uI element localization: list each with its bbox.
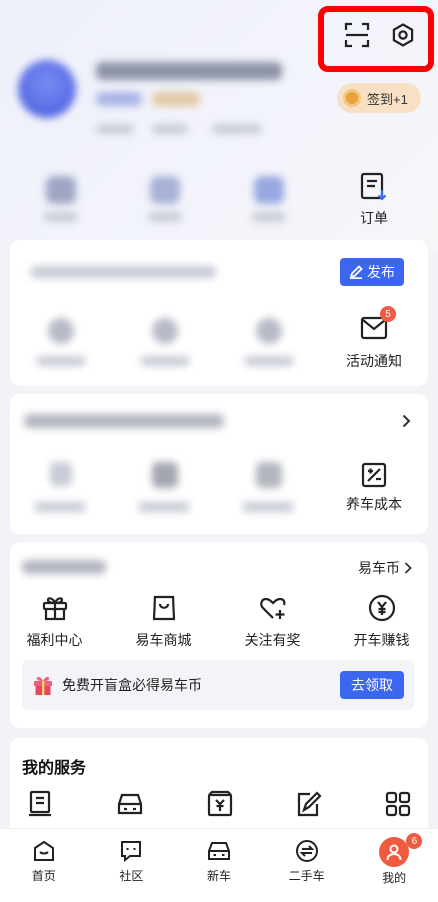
tab-used-car[interactable]: 二手车 [263, 829, 351, 902]
services-title: 我的服务 [22, 760, 87, 777]
orders-label: 订单 [360, 210, 388, 226]
tab-community[interactable]: 社区 [88, 829, 176, 902]
tab-profile[interactable]: 6 我的 [350, 829, 438, 902]
car-cost-label: 养车成本 [346, 496, 402, 512]
coin-title-blurred [22, 560, 106, 574]
car-icon-blurred [50, 462, 72, 486]
car-label-blurred [242, 502, 294, 512]
stats-blurred [212, 124, 262, 134]
username-blurred [96, 62, 282, 80]
car-icon-blurred [256, 462, 282, 488]
chat-icon [121, 841, 142, 863]
profile-avatar [379, 837, 410, 867]
tab-profile-label: 我的 [382, 871, 407, 885]
orders-item[interactable]: 订单 [324, 172, 424, 228]
publish-button[interactable]: 发布 [340, 258, 404, 286]
coin-grid: 福利中心 易车商城 关注有奖 开车赚钱 [0, 594, 438, 650]
welfare-center-item[interactable]: 福利中心 [0, 594, 109, 650]
grid-apps-icon[interactable] [384, 790, 412, 818]
wallet-icon[interactable] [206, 790, 234, 818]
edit-note-icon[interactable] [295, 790, 323, 818]
quick-label-blurred [252, 212, 286, 222]
tab-home[interactable]: 首页 [0, 829, 88, 902]
car-section-arrow[interactable] [396, 410, 416, 432]
quick-label-blurred [44, 212, 78, 222]
community-label-blurred [244, 356, 294, 366]
quick-icon-blurred [150, 176, 180, 204]
edit-icon [349, 265, 363, 279]
heart-plus-icon [259, 597, 285, 619]
car-cost-item[interactable]: 养车成本 [324, 462, 424, 514]
car-icon-blurred [152, 462, 178, 488]
welfare-center-label: 福利中心 [26, 632, 83, 648]
profile-badge: 6 [406, 833, 423, 849]
level-badge-blurred [96, 92, 142, 106]
tab-new-car-label: 新车 [206, 869, 231, 883]
drive-earn-label: 开车赚钱 [353, 632, 410, 648]
chevron-right-icon [402, 414, 410, 428]
activity-label: 活动通知 [346, 353, 402, 369]
yiche-mall-item[interactable]: 易车商城 [109, 594, 218, 650]
coin-icon [343, 89, 361, 107]
quick-icon-blurred [254, 176, 284, 204]
quick-icon-blurred [46, 176, 76, 204]
stats-blurred [152, 124, 188, 134]
signin-button[interactable]: 签到+1 [337, 83, 421, 113]
community-title-blurred [30, 266, 216, 278]
community-label-blurred [36, 356, 86, 366]
claim-button[interactable]: 去领取 [340, 671, 404, 699]
banner-text: 免费开盲盒必得易车币 [62, 677, 202, 693]
community-icon-blurred [256, 318, 282, 344]
car-label-blurred [34, 502, 86, 512]
shopping-bag-icon [152, 595, 175, 621]
car-label-blurred [138, 502, 190, 512]
activity-badge: 5 [380, 306, 396, 322]
avatar[interactable] [18, 60, 76, 118]
order-doc-icon [360, 172, 387, 201]
tab-new-car[interactable]: 新车 [175, 829, 263, 902]
calculator-icon [361, 462, 387, 488]
exchange-icon [295, 840, 318, 862]
tab-community-label: 社区 [119, 869, 144, 883]
id-card-icon[interactable] [26, 790, 54, 818]
community-label-blurred [140, 356, 190, 366]
publish-label: 发布 [367, 264, 395, 280]
yiche-mall-label: 易车商城 [135, 632, 192, 648]
gift-icon [42, 597, 67, 621]
highlight-annotation [318, 6, 434, 72]
drive-earn-item[interactable]: 开车赚钱 [327, 594, 436, 650]
tab-home-label: 首页 [31, 869, 56, 883]
yuan-coin-icon [368, 594, 395, 622]
level-badge-blurred [152, 92, 200, 106]
stats-blurred [96, 124, 134, 134]
activity-notice-item[interactable]: 5 活动通知 [324, 306, 424, 371]
car-icon [207, 842, 230, 860]
follow-reward-label: 关注有奖 [244, 632, 301, 648]
car-icon[interactable] [115, 790, 145, 818]
chevron-right-icon [404, 562, 412, 574]
follow-reward-item[interactable]: 关注有奖 [218, 594, 327, 650]
car-title-blurred [24, 414, 224, 428]
gift-box-icon [34, 676, 52, 695]
coin-link[interactable]: 易车币 [358, 558, 412, 578]
quick-label-blurred [148, 212, 182, 222]
coin-link-label: 易车币 [358, 560, 400, 576]
home-icon [33, 840, 54, 861]
community-icon-blurred [152, 318, 178, 344]
blind-box-banner[interactable]: 免费开盲盒必得易车币 去领取 [22, 660, 414, 710]
bottom-tabbar: 首页 社区 新车 二手车 6 我的 [0, 828, 438, 902]
services-grid [10, 790, 428, 818]
profile-icon [386, 844, 402, 861]
tab-used-car-label: 二手车 [288, 869, 325, 883]
community-icon-blurred [48, 318, 74, 344]
signin-label: 签到+1 [367, 91, 408, 107]
